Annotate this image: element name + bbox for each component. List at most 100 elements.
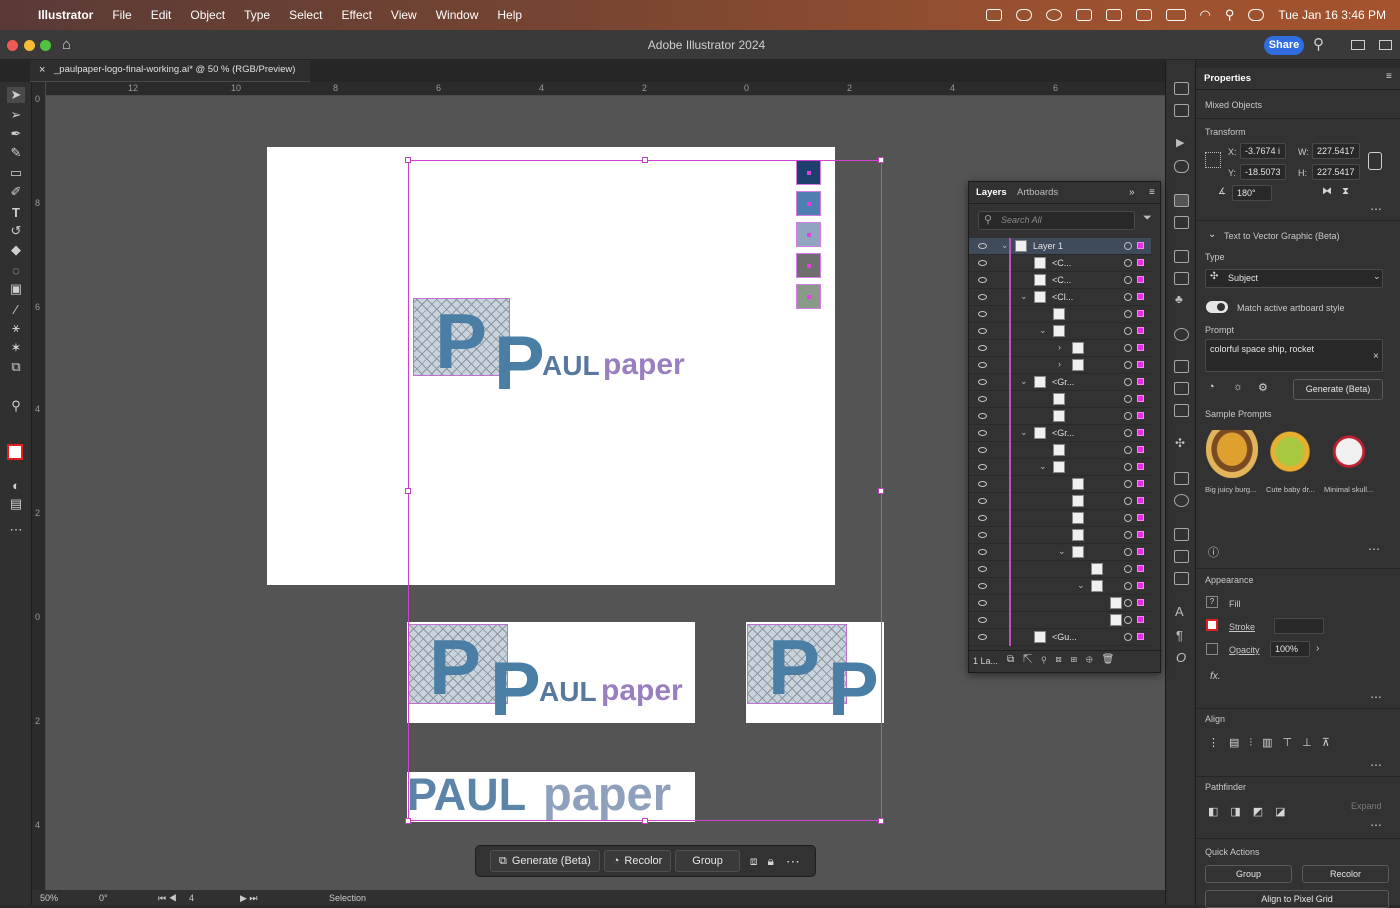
layer-row[interactable]: ⌄ <Gr... xyxy=(969,425,1151,442)
layer-row[interactable] xyxy=(969,408,1151,425)
selection-indicator[interactable] xyxy=(1137,242,1144,249)
layer-row[interactable]: <C... xyxy=(969,272,1151,289)
expand-button[interactable]: Expand xyxy=(1351,801,1382,811)
appearance-more-icon[interactable]: ⋯ xyxy=(1370,690,1383,704)
stroke-weight-field[interactable] xyxy=(1274,618,1324,634)
artboard-number[interactable]: 4 xyxy=(189,893,194,903)
selection-indicator[interactable] xyxy=(1137,463,1144,470)
more-options-icon[interactable]: ⋯ xyxy=(786,853,800,870)
selection-bounding-box[interactable] xyxy=(408,160,882,821)
target-circle-icon[interactable] xyxy=(1124,531,1132,539)
visibility-eye-icon[interactable] xyxy=(978,498,987,504)
target-circle-icon[interactable] xyxy=(1124,616,1132,624)
creative-cloud-icon[interactable] xyxy=(1045,9,1062,21)
expand-chevron-icon[interactable]: › xyxy=(1058,342,1061,352)
selection-indicator[interactable] xyxy=(1137,327,1144,334)
selection-indicator[interactable] xyxy=(1137,310,1144,317)
spotlight-search-icon[interactable]: ⚲ xyxy=(1225,7,1235,23)
info-icon[interactable]: ⓘ xyxy=(1208,544,1219,560)
symbol-sprayer-tool-icon[interactable]: ✶ xyxy=(7,340,25,356)
visibility-eye-icon[interactable] xyxy=(978,396,987,402)
layer-row[interactable] xyxy=(969,510,1151,527)
visibility-eye-icon[interactable] xyxy=(978,277,987,283)
layer-row[interactable]: <C... xyxy=(969,255,1151,272)
expand-chevron-icon[interactable]: ⌄ xyxy=(1020,427,1028,438)
sample-dragon-image[interactable] xyxy=(1264,430,1316,478)
layer-row[interactable]: ⌄ xyxy=(969,323,1151,340)
width-field[interactable]: 227.5417 xyxy=(1312,143,1360,159)
selection-indicator[interactable] xyxy=(1137,276,1144,283)
visibility-eye-icon[interactable] xyxy=(978,481,987,487)
layers-filter-icon[interactable]: ⏷ xyxy=(1143,212,1152,225)
layer-name[interactable]: <Cl... xyxy=(1052,292,1073,302)
expand-chevron-icon[interactable]: ⌄ xyxy=(1039,461,1047,472)
layers-footer-icons[interactable]: ⧉⇱⚲⧈⊞⊕🗑︎ xyxy=(1007,654,1123,665)
selection-indicator[interactable] xyxy=(1137,480,1144,487)
pathfinder-buttons-icon[interactable]: ◧◨◩◪ xyxy=(1208,805,1298,818)
expand-chevron-icon[interactable]: ⌄ xyxy=(1058,546,1066,557)
appearance-panel-icon[interactable] xyxy=(1174,494,1189,507)
align-buttons-icon[interactable]: ⋮▤⫶▥⊤⊥⊼ xyxy=(1208,736,1340,750)
layer-row[interactable] xyxy=(969,493,1151,510)
curvature-tool-icon[interactable]: ✎ xyxy=(7,145,25,161)
t2v-generate-button[interactable]: Generate (Beta) xyxy=(1293,379,1383,400)
properties-menu-icon[interactable]: ≡ xyxy=(1386,71,1392,82)
artboard-tool-icon[interactable]: ⧉ xyxy=(7,359,25,375)
layers-search-input[interactable]: Search All xyxy=(978,211,1135,230)
screen-mode-icon[interactable]: ▤ xyxy=(7,496,25,512)
align-panel-icon[interactable] xyxy=(1174,472,1189,485)
target-circle-icon[interactable] xyxy=(1124,293,1132,301)
sample-skull-image[interactable] xyxy=(1323,430,1375,478)
settings-gear-icon[interactable]: ⚙ xyxy=(1258,381,1268,394)
share-button[interactable]: Share xyxy=(1264,36,1304,55)
artboard-navigator-prev-icon[interactable]: ⏮ ◀ xyxy=(158,893,177,904)
gradient-tool-icon[interactable]: ▣ xyxy=(7,281,25,297)
target-circle-icon[interactable] xyxy=(1124,242,1132,250)
fill-swatch-icon[interactable]: ? xyxy=(1206,596,1218,608)
visibility-eye-icon[interactable] xyxy=(978,260,987,266)
target-circle-icon[interactable] xyxy=(1124,565,1132,573)
layer-name[interactable]: <Gr... xyxy=(1052,428,1074,438)
export-icon[interactable] xyxy=(1174,104,1189,117)
rectangle-tool-icon[interactable]: ▭ xyxy=(7,165,25,181)
libraries-icon[interactable] xyxy=(1174,82,1189,95)
opentype-panel-icon[interactable]: O xyxy=(1176,650,1186,665)
flip-horizontal-icon[interactable]: ⧓ xyxy=(1322,186,1332,197)
graphic-styles-icon[interactable] xyxy=(1174,328,1189,341)
layer-row[interactable] xyxy=(969,527,1151,544)
transparency-icon[interactable] xyxy=(1174,382,1189,395)
layer-name[interactable]: Layer 1 xyxy=(1033,241,1063,251)
workspace-icon[interactable] xyxy=(1351,40,1365,50)
close-tab-icon[interactable]: × xyxy=(39,60,45,80)
acrobat-icon[interactable] xyxy=(1075,9,1092,21)
stroke-swatch-icon[interactable] xyxy=(1206,619,1218,631)
target-circle-icon[interactable] xyxy=(1124,276,1132,284)
menu-effect[interactable]: Effect xyxy=(341,8,371,22)
lock-icon[interactable]: 🔒︎ xyxy=(768,854,774,869)
layer-name[interactable]: <C... xyxy=(1052,275,1071,285)
layer-row[interactable]: ⌄ <Cl... xyxy=(969,289,1151,306)
panel-toggle-icon[interactable] xyxy=(1379,40,1392,50)
tab-layers[interactable]: Layers xyxy=(976,182,1007,204)
visibility-eye-icon[interactable] xyxy=(978,447,987,453)
selection-indicator[interactable] xyxy=(1137,429,1144,436)
target-circle-icon[interactable] xyxy=(1124,361,1132,369)
target-circle-icon[interactable] xyxy=(1124,514,1132,522)
selection-indicator[interactable] xyxy=(1137,378,1144,385)
blend-tool-icon[interactable]: ⚹ xyxy=(7,320,25,336)
visibility-eye-icon[interactable] xyxy=(978,430,987,436)
puppet-icon[interactable]: ✣ xyxy=(1175,436,1185,450)
quick-recolor-button[interactable]: Recolor xyxy=(1302,865,1389,883)
visibility-eye-icon[interactable] xyxy=(978,413,987,419)
battery-icon[interactable] xyxy=(1165,9,1186,21)
rotate-tool-icon[interactable]: ↺ xyxy=(7,223,25,239)
visibility-eye-icon[interactable] xyxy=(978,345,987,351)
lasso-tool-icon[interactable]: ◌ xyxy=(7,262,25,278)
layer-row[interactable]: <Gu... xyxy=(969,629,1151,646)
height-field[interactable]: 227.5417 xyxy=(1312,164,1360,180)
layer-row[interactable] xyxy=(969,306,1151,323)
tab-artboards[interactable]: Artboards xyxy=(1017,182,1058,204)
properties-title[interactable]: Properties xyxy=(1204,73,1251,84)
arrange-icon[interactable]: ⧈ xyxy=(750,854,758,869)
target-circle-icon[interactable] xyxy=(1124,582,1132,590)
